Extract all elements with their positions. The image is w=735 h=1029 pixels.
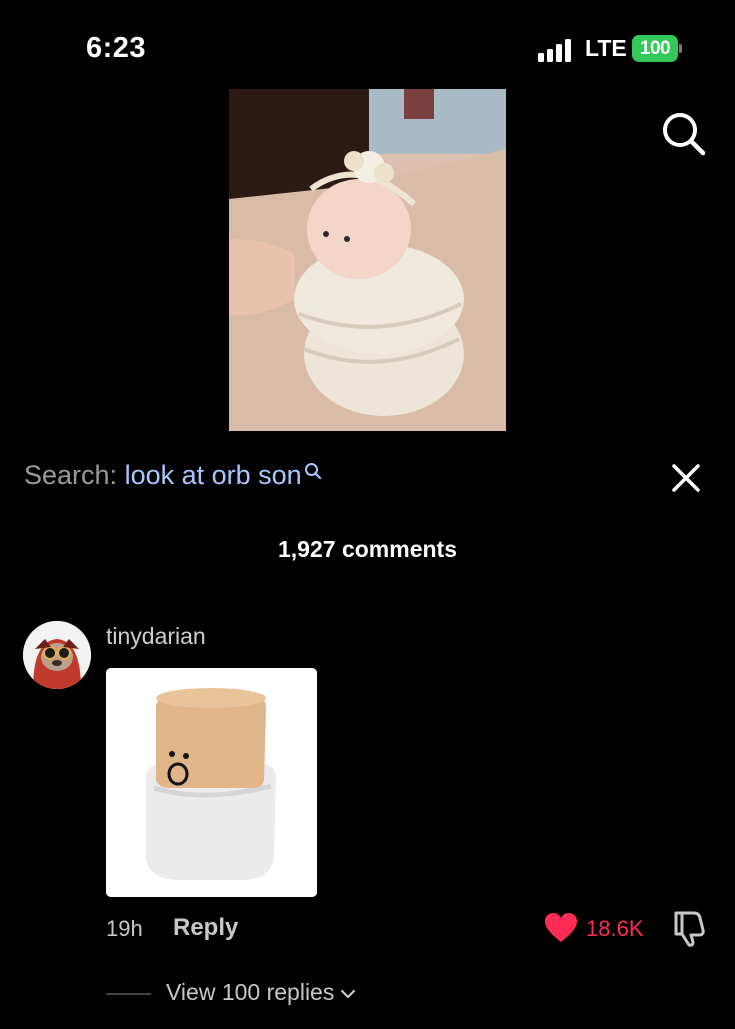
- search-icon: [304, 463, 321, 480]
- signal-icon: [538, 39, 571, 62]
- close-icon[interactable]: [670, 462, 702, 494]
- search-prefix: Search:: [24, 460, 118, 490]
- search-query[interactable]: look at orb son: [125, 460, 302, 490]
- orb-baby-image: [106, 668, 317, 897]
- like-count: 18.6K: [586, 916, 644, 941]
- baby-photo: [229, 89, 506, 431]
- view-replies-button[interactable]: View 100 replies: [166, 979, 356, 1006]
- view-replies-label: View 100 replies: [166, 979, 335, 1005]
- network-type: LTE: [585, 35, 627, 61]
- comment-count: 1,927 comments: [278, 536, 457, 562]
- search-icon[interactable]: [660, 110, 706, 156]
- replies-divider: [106, 993, 151, 995]
- battery-level: 100: [632, 35, 678, 62]
- pug-avatar-image: [23, 621, 91, 689]
- video-thumbnail[interactable]: [229, 89, 506, 431]
- comment-username[interactable]: tinydarian: [106, 623, 206, 650]
- reply-button[interactable]: Reply: [173, 914, 238, 942]
- avatar[interactable]: [23, 621, 91, 689]
- search-suggestion[interactable]: Search: look at orb son: [24, 460, 322, 491]
- heart-icon[interactable]: [544, 912, 578, 944]
- battery-nub: [679, 44, 682, 53]
- comment-image[interactable]: [106, 668, 317, 897]
- status-time: 6:23: [86, 32, 147, 64]
- battery-indicator: 100: [632, 35, 682, 62]
- chevron-down-icon: [341, 989, 356, 999]
- comment-age: 19h: [106, 916, 143, 941]
- thumbs-down-icon[interactable]: [670, 908, 708, 948]
